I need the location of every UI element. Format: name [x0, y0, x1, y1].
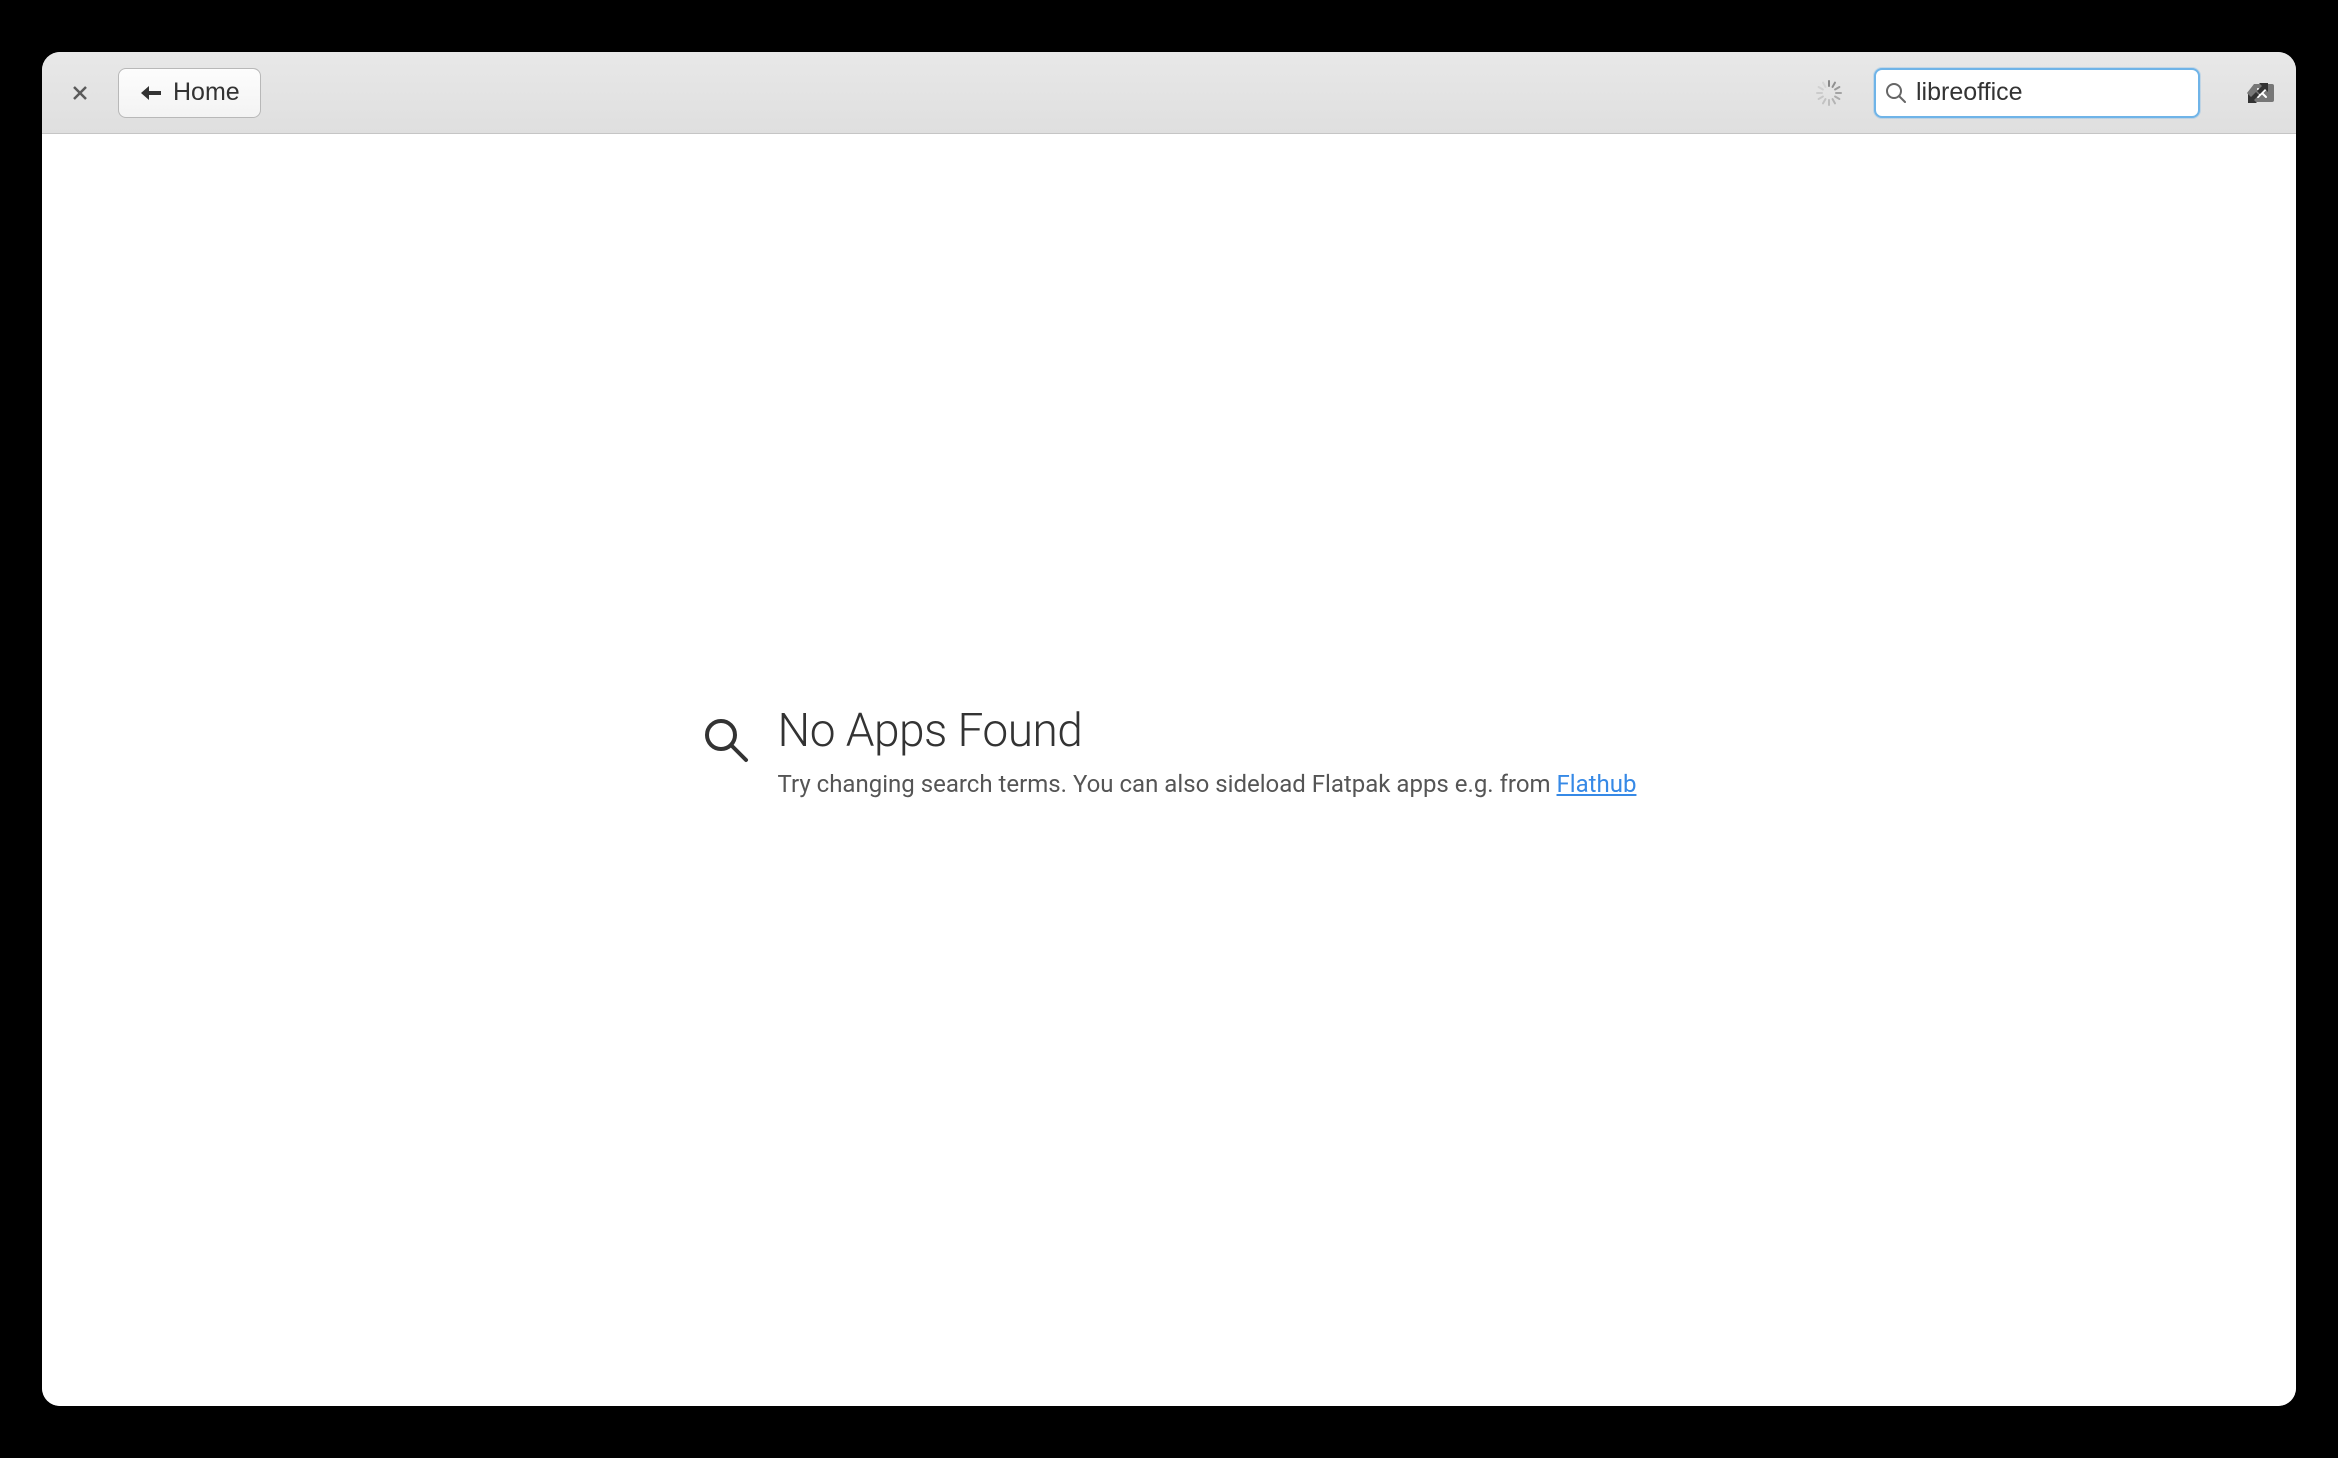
close-button[interactable]: [62, 75, 98, 111]
search-box[interactable]: [1874, 68, 2200, 118]
empty-title: No Apps Found: [778, 704, 1637, 758]
home-button[interactable]: Home: [118, 68, 261, 118]
spinner-icon: [1814, 78, 1844, 108]
header-bar: Home: [42, 52, 2296, 134]
search-icon: [1884, 81, 1908, 105]
maximize-icon: [2247, 82, 2269, 104]
close-icon: [70, 83, 90, 103]
empty-subtitle-text: Try changing search terms. You can also …: [778, 770, 1557, 798]
search-large-icon: [702, 716, 750, 764]
empty-state: No Apps Found Try changing search terms.…: [702, 704, 1637, 798]
arrow-left-icon: [139, 84, 163, 102]
content-area: No Apps Found Try changing search terms.…: [42, 134, 2296, 1406]
empty-subtitle: Try changing search terms. You can also …: [778, 770, 1637, 798]
home-label: Home: [173, 78, 240, 107]
flathub-link[interactable]: Flathub: [1557, 770, 1637, 798]
maximize-button[interactable]: [2240, 75, 2276, 111]
app-window: Home: [42, 52, 2296, 1406]
search-input[interactable]: [1916, 78, 2238, 107]
loading-spinner: [1814, 78, 1844, 108]
empty-text: No Apps Found Try changing search terms.…: [778, 704, 1637, 798]
